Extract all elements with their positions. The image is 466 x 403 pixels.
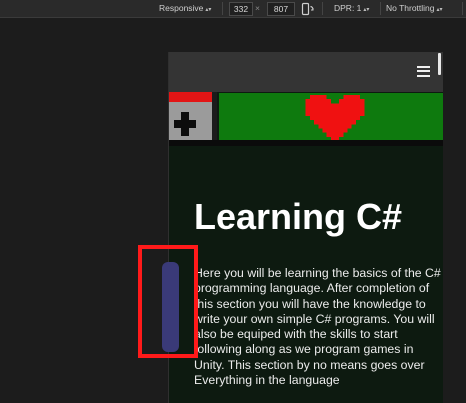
- times-symbol: ×: [255, 3, 260, 13]
- width-input[interactable]: 332: [229, 2, 253, 16]
- csharp-pixel-logo-icon[interactable]: [169, 92, 217, 142]
- dpr-select[interactable]: DPR: 1 ▴▾: [334, 0, 369, 17]
- chevron-updown-icon: ▴▾: [205, 7, 212, 13]
- device-mode-select[interactable]: Responsive ▴▾: [159, 0, 211, 17]
- dpr-label: DPR: 1: [334, 3, 362, 13]
- throttle-select[interactable]: No Throttling ▴▾: [386, 0, 443, 17]
- pixel-heart-icon: [305, 95, 365, 141]
- divider: [380, 2, 381, 15]
- throttle-label: No Throttling: [386, 3, 435, 13]
- screen: Responsive ▴▾ 332 × 807 DPR: 1 ▴▾ No Throt…: [0, 0, 466, 403]
- page-title: Learning C#: [194, 196, 403, 237]
- banner-shadow: [169, 140, 443, 146]
- device-mode-label: Responsive: [159, 3, 204, 13]
- hamburger-menu-icon[interactable]: [417, 66, 430, 78]
- banner-green-strip: [219, 93, 443, 141]
- site-banner: [169, 92, 443, 146]
- viewport-resize-handle[interactable]: [438, 53, 441, 75]
- annotation-highlight-box: [138, 245, 198, 358]
- divider: [322, 2, 323, 15]
- divider: [462, 2, 463, 15]
- chevron-updown-icon: ▴▾: [436, 7, 443, 13]
- divider: [222, 2, 223, 15]
- site-navbar: [169, 52, 443, 92]
- chevron-updown-icon: ▴▾: [363, 7, 370, 13]
- intro-paragraph: Here you will be learning the basics of …: [194, 266, 441, 388]
- height-input[interactable]: 807: [267, 2, 295, 16]
- rotate-device-icon[interactable]: [301, 0, 315, 17]
- device-toolbar: Responsive ▴▾ 332 × 807 DPR: 1 ▴▾ No Throt…: [0, 0, 466, 18]
